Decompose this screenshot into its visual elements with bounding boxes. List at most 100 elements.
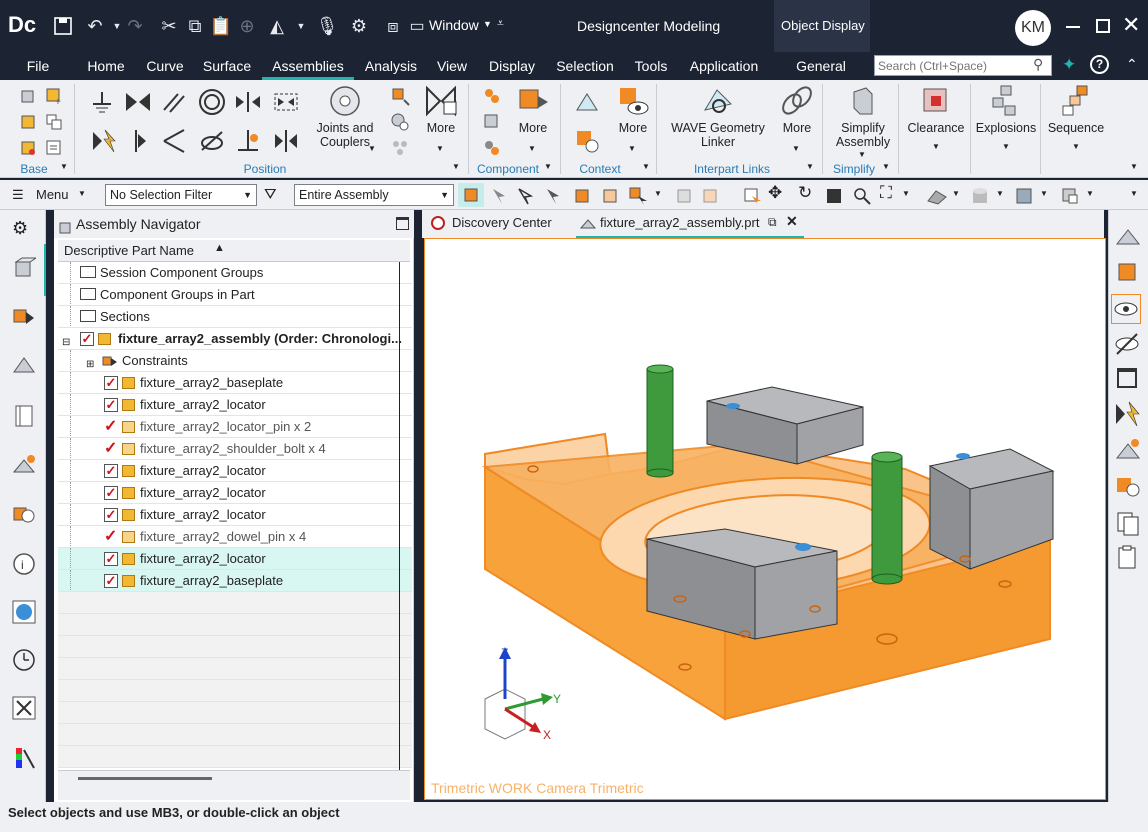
ribbon-options-dropdown-icon[interactable]: ▼	[1130, 162, 1138, 171]
tab-file[interactable]: File	[18, 52, 58, 80]
tree-row[interactable]: ⊟ ✓ fixture_array2_assembly (Order: Chrono…	[58, 328, 412, 350]
microphone-icon[interactable]: 🎙	[314, 13, 340, 39]
hd3d-icon[interactable]	[1115, 438, 1141, 464]
filter-icon[interactable]: ⛛	[264, 186, 277, 203]
select-features-icon[interactable]	[490, 186, 510, 206]
view-orient-dropdown-icon[interactable]: ▼	[288, 13, 314, 39]
interpart-group-dropdown-icon[interactable]: ▼	[806, 162, 814, 171]
context-group-dropdown-icon[interactable]: ▼	[642, 162, 650, 171]
checkbox-checked[interactable]: ✓	[104, 508, 118, 522]
hd3d-tools-icon[interactable]	[12, 454, 36, 478]
horizontal-scrollbar[interactable]	[58, 770, 410, 800]
assembly-navigator-icon[interactable]	[12, 256, 38, 280]
tab-display[interactable]: Display	[482, 52, 542, 80]
search-icon[interactable]: ⚲	[1033, 56, 1043, 73]
system-materials-icon[interactable]	[12, 600, 36, 624]
part-navigator-icon[interactable]	[12, 354, 36, 378]
quick-access-customize-icon[interactable]: ⩡	[497, 16, 504, 31]
tab-tools[interactable]: Tools	[626, 52, 676, 80]
fit-icon[interactable]	[824, 186, 844, 206]
close-icon[interactable]: ✕	[1122, 12, 1140, 38]
check-mark-icon[interactable]: ✓	[104, 416, 117, 437]
new-component-icon[interactable]: +	[44, 86, 64, 108]
cut-icon[interactable]: ✂	[156, 13, 182, 39]
render-style-dropdown-icon[interactable]: ▼	[996, 189, 1004, 198]
sort-ascending-icon[interactable]: ▲	[214, 242, 225, 254]
tree-row[interactable]: ✓ fixture_array2_baseplate	[58, 372, 412, 394]
delete-component-icon[interactable]	[482, 138, 502, 158]
tree-row[interactable]: ✓ fixture_array2_locator	[58, 394, 412, 416]
pan-icon[interactable]: ✥	[768, 183, 782, 203]
tab-selection[interactable]: Selection	[550, 52, 620, 80]
section-dropdown-icon[interactable]: ▼	[1086, 189, 1094, 198]
context-display-icon[interactable]	[1115, 474, 1141, 500]
expand-icon[interactable]: ⊞	[86, 354, 94, 371]
menu-button[interactable]: Menu	[36, 187, 69, 202]
locator-pin-2[interactable]	[871, 451, 903, 585]
display-context-icon[interactable]	[574, 128, 600, 154]
select-bodies-icon[interactable]	[572, 186, 592, 206]
window-menu[interactable]: Window	[429, 17, 479, 33]
select-faces-icon[interactable]	[544, 186, 564, 206]
tree-row[interactable]: ✓ fixture_array2_dowel_pin x 4	[58, 526, 412, 548]
tangent-constraint-icon[interactable]	[198, 128, 226, 154]
tab-discovery-center[interactable]: Discovery Center	[424, 210, 574, 238]
tree-row[interactable]: ✓ fixture_array2_shoulder_bolt x 4	[58, 438, 412, 460]
tab-surface[interactable]: Surface	[198, 52, 256, 80]
view-orient-icon[interactable]: ◭	[264, 13, 290, 39]
model-view[interactable]: Z Y X Trimetric WORK Camera Trimetric	[425, 239, 1105, 799]
simplify-assembly-button[interactable]: Simplify Assembly	[828, 84, 898, 149]
angle-constraint-icon[interactable]	[160, 128, 188, 154]
scrollbar-thumb[interactable]	[78, 777, 212, 780]
orient-dropdown-icon[interactable]: ▼	[952, 189, 960, 198]
reuse-library-icon[interactable]	[12, 404, 36, 428]
switch-window-icon[interactable]: ⧈	[380, 13, 406, 39]
context-more-dropdown-icon[interactable]: ▼	[628, 144, 636, 153]
shaded-icon[interactable]	[970, 186, 990, 206]
bond-icon[interactable]	[1113, 400, 1141, 428]
checkbox-checked[interactable]: ✓	[104, 574, 118, 588]
fit-dropdown-icon[interactable]: ▼	[902, 189, 910, 198]
parallel-constraint-icon[interactable]	[160, 90, 188, 114]
selection-scope-dropdown[interactable]: Entire Assembly ▼	[294, 184, 454, 206]
column-header[interactable]: Descriptive Part Name ▲	[58, 240, 410, 262]
save-icon[interactable]	[50, 13, 76, 39]
collapse-icon[interactable]: ⊟	[62, 332, 70, 349]
quick-pick-icon[interactable]	[742, 186, 762, 206]
menu-hamburger-icon[interactable]: ☰	[12, 187, 24, 203]
delete-icon[interactable]: ⊕	[234, 13, 260, 39]
tree-row[interactable]: ✓ fixture_array2_locator	[58, 482, 412, 504]
hidden-components-icon[interactable]	[700, 186, 720, 206]
hide-icon[interactable]	[1113, 330, 1141, 358]
base-group-dropdown-icon[interactable]: ▼	[60, 162, 68, 171]
simplify-dropdown-icon[interactable]: ▼	[858, 150, 866, 159]
tree-row[interactable]: ✓ fixture_array2_locator_pin x 2	[58, 416, 412, 438]
component-color-icon[interactable]	[1115, 260, 1141, 286]
history-icon[interactable]: i	[12, 552, 36, 576]
constraint-navigator-icon[interactable]	[390, 112, 410, 132]
wave-context-icon[interactable]	[574, 90, 600, 116]
tab-assemblies[interactable]: Assemblies	[262, 52, 354, 80]
tree-row[interactable]: ✓ fixture_array2_locator	[58, 504, 412, 526]
select-edges-icon[interactable]	[516, 186, 536, 206]
show-hidden-icon[interactable]	[674, 186, 694, 206]
add-component-icon[interactable]	[18, 86, 38, 106]
selection-filter-dropdown[interactable]: No Selection Filter ▼	[105, 184, 257, 206]
locator-pin-1[interactable]	[646, 364, 674, 478]
position-more-button[interactable]: More	[418, 84, 464, 135]
window-dropdown-icon[interactable]: ▼	[483, 19, 492, 29]
perpendicular-constraint-icon[interactable]	[234, 128, 262, 154]
check-mark-icon[interactable]: ✓	[104, 526, 117, 547]
maximize-panel-icon[interactable]	[396, 217, 409, 230]
menu-dropdown-icon[interactable]: ▼	[78, 189, 86, 198]
sequence-dropdown-icon[interactable]: ▼	[1072, 142, 1080, 151]
clearance-button[interactable]: Clearance	[904, 84, 968, 135]
wave-geometry-linker-button[interactable]: WAVE Geometry Linker	[668, 84, 768, 149]
concentric-constraint-icon[interactable]	[198, 88, 226, 116]
make-displayed-part-icon[interactable]	[18, 138, 38, 158]
checkbox-checked[interactable]: ✓	[80, 332, 94, 346]
distance-constraint-icon[interactable]	[272, 90, 300, 114]
layer-dropdown-icon[interactable]: ▼	[1040, 189, 1048, 198]
tree-row[interactable]: Component Groups in Part	[58, 284, 412, 306]
tree-row[interactable]: Session Component Groups	[58, 262, 412, 284]
